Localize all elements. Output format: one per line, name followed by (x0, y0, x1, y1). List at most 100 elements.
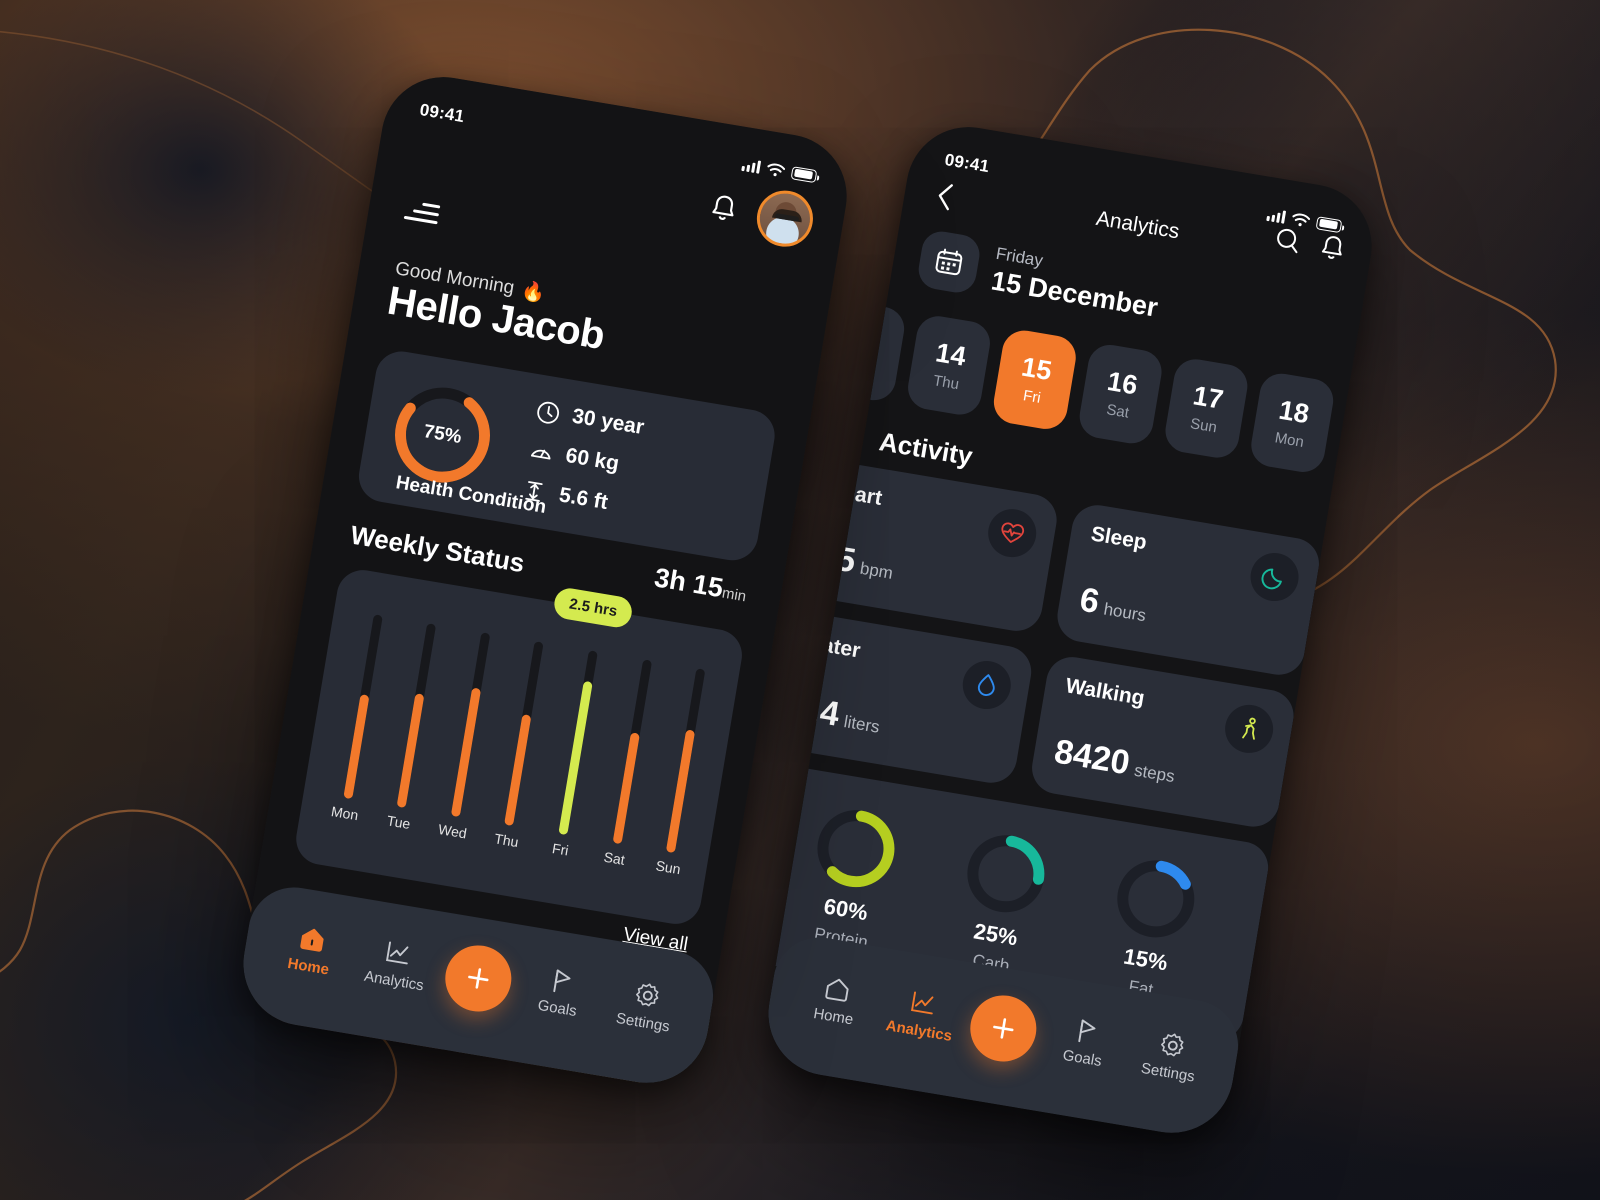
date-weekday: Fri (1021, 387, 1042, 407)
plus-icon (993, 1018, 1014, 1039)
calendar-button[interactable] (915, 228, 983, 296)
bell-icon[interactable] (1317, 232, 1347, 264)
bell-icon[interactable] (707, 191, 740, 225)
stat-weight: 60 kg (527, 437, 639, 480)
bar-fill (450, 687, 481, 818)
bar-fill (558, 680, 593, 836)
nav-item-analytics[interactable]: Analytics (881, 985, 962, 1046)
wifi-icon (1292, 213, 1311, 226)
macro-carb[interactable]: 25% Carb (947, 824, 1056, 980)
bar-label: Tue (385, 812, 412, 833)
gear-icon (635, 982, 659, 1006)
bar-track (612, 659, 652, 845)
stat-value: 30 year (570, 404, 646, 440)
bar-label: Mon (330, 803, 360, 824)
activity-card-walking[interactable]: Walking 8420steps (1028, 653, 1298, 831)
date-number: 14 (933, 337, 969, 372)
value-number: 6 (1077, 580, 1103, 622)
bar-fill (666, 729, 696, 854)
flag-icon (553, 968, 571, 992)
home-icon (825, 978, 850, 1002)
bar-track (504, 641, 545, 827)
nav-label: Goals (1061, 1046, 1104, 1070)
date-number: 16 (1105, 365, 1140, 401)
avatar[interactable] (752, 186, 818, 251)
stat-age: 30 year (534, 398, 646, 441)
value-unit: hours (1102, 599, 1148, 626)
chart-line-icon (386, 940, 409, 964)
value-unit: bpm (858, 558, 895, 583)
bar-label: Wed (437, 820, 468, 842)
macro-protein[interactable]: 60% Protein (797, 799, 906, 955)
status-time: 09:41 (418, 100, 466, 127)
weekly-total-unit: min (720, 584, 748, 606)
bar-fill (504, 714, 532, 827)
weight-scale-icon (531, 449, 551, 460)
date-weekday: Sat (1105, 401, 1131, 422)
bar-fill (396, 693, 425, 809)
macro-value: 15% (1121, 943, 1170, 976)
add-button[interactable] (965, 990, 1042, 1067)
weekly-status-title: Weekly Status (348, 519, 527, 579)
battery-icon (1315, 215, 1343, 233)
nav-item-settings[interactable]: Settings (605, 976, 686, 1037)
macro-fat[interactable]: 15% Fat (1097, 849, 1206, 1005)
battery-icon (790, 165, 818, 183)
hamburger-menu-icon[interactable] (403, 200, 441, 225)
signal-bars-icon (741, 157, 762, 174)
macro-ring (956, 824, 1055, 923)
status-time: 09:41 (943, 150, 991, 177)
date-weekday: Thu (931, 372, 961, 394)
moon-icon (1261, 568, 1282, 590)
bar-track (450, 632, 491, 818)
date-pill[interactable]: 17 Sun (1162, 356, 1251, 461)
macro-value: 25% (971, 918, 1020, 951)
search-icon[interactable] (1272, 225, 1304, 257)
nav-item-settings[interactable]: Settings (1130, 1026, 1211, 1087)
nav-label: Settings (1139, 1059, 1197, 1086)
nav-label: Settings (614, 1009, 672, 1036)
date-number: 17 (1190, 380, 1226, 415)
nav-item-home[interactable]: Home (271, 920, 352, 981)
nav-label: Analytics (884, 1016, 954, 1045)
flag-icon (1078, 1018, 1096, 1042)
weekly-status-chart[interactable]: 2.5 hrs Mon Tue Wed Thu Fri Sat Sun (292, 566, 746, 928)
add-button[interactable] (440, 940, 517, 1017)
nav-label: Home (286, 954, 331, 979)
date-number: 15 (1019, 351, 1054, 387)
macro-value: 60% (822, 893, 870, 926)
bar-fill (342, 694, 370, 800)
date-number: 18 (1276, 394, 1312, 430)
chart-bar-sun[interactable]: Sun (649, 666, 719, 878)
value-unit: steps (1132, 760, 1177, 787)
nav-item-home[interactable]: Home (796, 970, 877, 1031)
date-text-group: Friday 15 December (989, 243, 1164, 323)
date-pill[interactable]: 18 Mon (1247, 370, 1337, 476)
chart-bars: Mon Tue Wed Thu Fri Sat Sun (327, 612, 719, 877)
chart-highlight-badge: 2.5 hrs (552, 586, 635, 630)
stat-value: 60 kg (563, 443, 621, 476)
weekly-total-value: 3h 15 (652, 562, 726, 604)
nav-item-analytics[interactable]: Analytics (356, 935, 437, 996)
date-pill[interactable]: 14 Thu (904, 312, 994, 418)
calendar-icon (935, 248, 963, 276)
macro-ring (806, 799, 905, 898)
date-pill-selected[interactable]: 15 Fri (990, 327, 1080, 433)
activity-card-sleep[interactable]: Sleep 6hours (1053, 501, 1323, 679)
wifi-icon (767, 163, 786, 176)
gear-icon (1160, 1032, 1184, 1056)
bar-label: Fri (551, 839, 570, 859)
nav-item-goals[interactable]: Goals (519, 962, 600, 1023)
walking-person-icon (1242, 717, 1256, 740)
date-pill[interactable]: 16 Sat (1076, 341, 1165, 447)
nav-label: Home (812, 1004, 855, 1028)
bar-track (396, 623, 437, 809)
signal-bars-icon (1266, 207, 1287, 224)
home-icon (300, 928, 325, 952)
status-icons (741, 157, 818, 183)
activity-section-title: Activity (877, 426, 975, 472)
date-weekday: Mon (1273, 429, 1306, 451)
bar-label: Sat (602, 848, 626, 868)
nav-item-goals[interactable]: Goals (1044, 1012, 1125, 1073)
bar-label: Sun (654, 857, 682, 878)
